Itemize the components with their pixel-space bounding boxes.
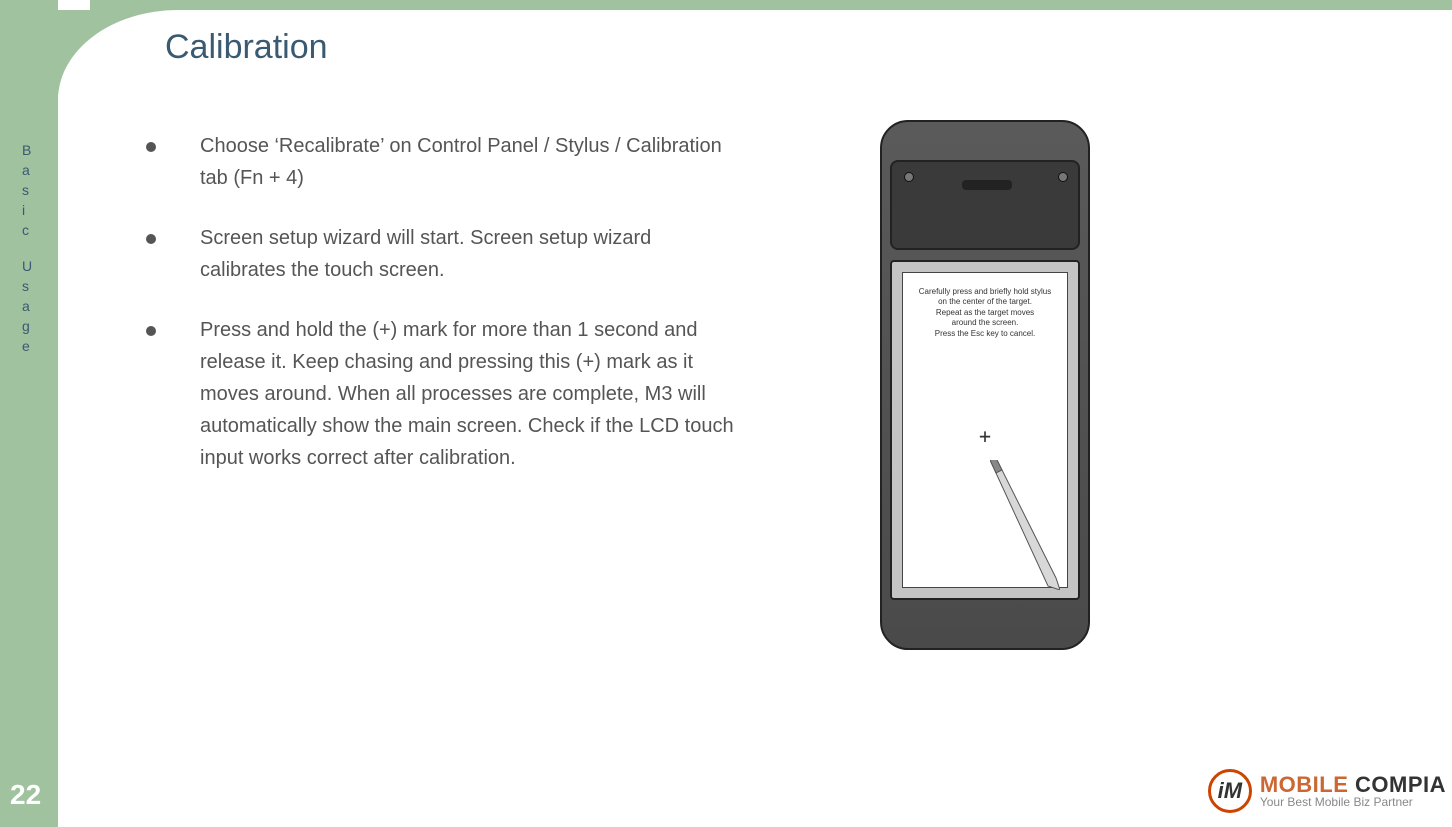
logo-badge-letter: iM: [1218, 778, 1242, 804]
bullet-dot-icon: [140, 222, 200, 286]
calibration-target-icon: +: [979, 424, 991, 448]
side-letter: B: [0, 140, 58, 160]
device-illustration: Carefully press and briefly hold stylus …: [860, 120, 1110, 650]
bullet-text: Choose ‘Recalibrate’ on Control Panel / …: [200, 130, 740, 194]
bullet-item: Choose ‘Recalibrate’ on Control Panel / …: [140, 130, 740, 194]
logo-badge-icon: iM: [1208, 769, 1252, 813]
bullet-text: Screen setup wizard will start. Screen s…: [200, 222, 740, 286]
body-text-section: Choose ‘Recalibrate’ on Control Panel / …: [140, 130, 740, 502]
device-screen-instructions: Carefully press and briefly hold stylus …: [903, 273, 1067, 339]
screen-line: around the screen.: [909, 318, 1061, 328]
screen-line: Press the Esc key to cancel.: [909, 329, 1061, 339]
side-letter: s: [0, 276, 58, 296]
top-green-strip: [90, 0, 1452, 10]
bullet-item: Press and hold the (+) mark for more tha…: [140, 314, 740, 474]
side-letter: c: [0, 220, 58, 240]
screen-line: on the center of the target.: [909, 297, 1061, 307]
screen-line: Repeat as the target moves: [909, 308, 1061, 318]
screw-icon: [1058, 172, 1068, 182]
bullet-dot-icon: [140, 130, 200, 194]
screw-icon: [904, 172, 914, 182]
logo-text-block: MOBILE COMPIA Your Best Mobile Biz Partn…: [1260, 773, 1446, 809]
page-title: Calibration: [165, 28, 328, 67]
side-letter: U: [0, 256, 58, 276]
side-letter: e: [0, 336, 58, 356]
stylus-icon: [990, 460, 1060, 590]
brand-logo: iM MOBILE COMPIA Your Best Mobile Biz Pa…: [1208, 769, 1446, 813]
side-letter: s: [0, 180, 58, 200]
earpiece-icon: [962, 180, 1012, 190]
logo-word-2: COMPIA: [1355, 772, 1446, 797]
side-letter: i: [0, 200, 58, 220]
page-number: 22: [10, 779, 41, 811]
screen-line: Carefully press and briefly hold stylus: [909, 287, 1061, 297]
logo-word-1: MOBILE: [1260, 772, 1355, 797]
bullet-text: Press and hold the (+) mark for more tha…: [200, 314, 740, 474]
logo-title: MOBILE COMPIA: [1260, 773, 1446, 796]
side-bar-background: [0, 0, 58, 827]
logo-tagline: Your Best Mobile Biz Partner: [1260, 796, 1446, 809]
side-letter: a: [0, 160, 58, 180]
side-section-label: B a s i c U s a g e: [0, 140, 58, 356]
side-letter: g: [0, 316, 58, 336]
device-top-bezel: [890, 160, 1080, 250]
side-letter: a: [0, 296, 58, 316]
bullet-item: Screen setup wizard will start. Screen s…: [140, 222, 740, 286]
bullet-dot-icon: [140, 314, 200, 474]
